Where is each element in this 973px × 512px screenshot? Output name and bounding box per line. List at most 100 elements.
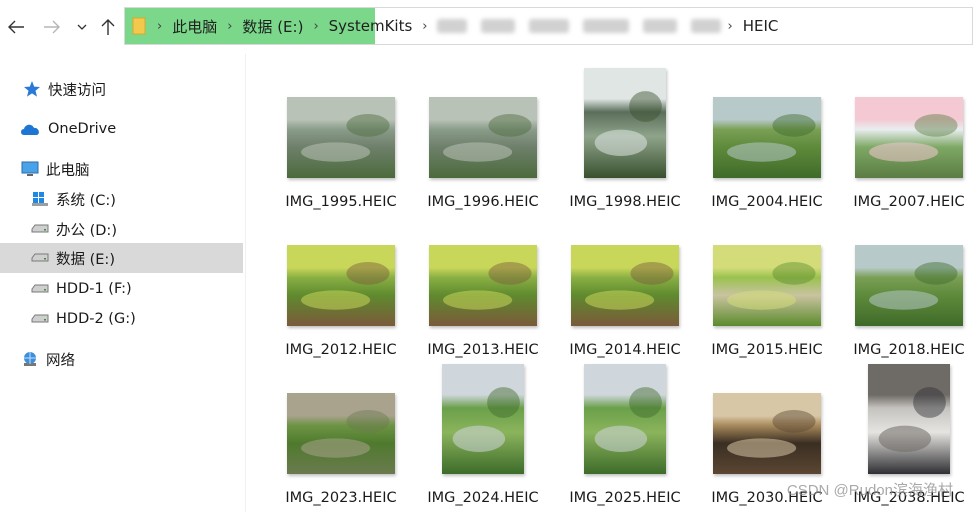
thumbnail-frame [838, 358, 973, 476]
image-thumbnail[interactable] [713, 97, 821, 178]
chevron-down-icon [77, 24, 87, 30]
thumbnail-art [727, 410, 816, 458]
thumbnail-art [727, 114, 816, 162]
image-thumbnail[interactable] [855, 97, 963, 178]
image-thumbnail[interactable] [429, 245, 537, 326]
drive-icon [30, 219, 50, 239]
crumb-drive-e[interactable]: 数据 (E:) [238, 16, 307, 37]
arrow-right-icon [44, 20, 60, 34]
image-thumbnail[interactable] [287, 393, 395, 474]
file-item[interactable]: IMG_1996.HEIC [412, 62, 554, 212]
thumbnail-art [878, 387, 946, 452]
forward-button[interactable] [40, 14, 64, 40]
thumbnail-frame [696, 210, 838, 328]
file-item[interactable]: IMG_2015.HEIC [696, 210, 838, 360]
image-thumbnail[interactable] [713, 245, 821, 326]
file-name: IMG_2015.HEIC [711, 342, 823, 358]
network-icon [20, 349, 40, 369]
file-name: IMG_2004.HEIC [711, 194, 823, 210]
thumbnail-art [443, 114, 532, 162]
image-thumbnail[interactable] [855, 245, 963, 326]
up-button[interactable] [96, 14, 120, 40]
image-thumbnail[interactable] [287, 97, 395, 178]
file-name: IMG_2014.HEIC [569, 342, 681, 358]
crumb-systemkits[interactable]: SystemKits [325, 17, 417, 35]
file-name: IMG_2013.HEIC [427, 342, 539, 358]
folder-icon [129, 8, 151, 44]
image-thumbnail[interactable] [713, 393, 821, 474]
recent-locations-button[interactable] [70, 14, 94, 40]
sidebar-item-onedrive[interactable]: OneDrive [0, 114, 243, 144]
file-item[interactable]: IMG_2012.HEIC [270, 210, 412, 360]
file-item[interactable]: IMG_2024.HEIC [412, 358, 554, 508]
file-item[interactable]: IMG_1998.HEIC [554, 62, 696, 212]
image-thumbnail[interactable] [868, 364, 950, 474]
thumbnail-frame [412, 210, 554, 328]
sidebar-item-this-pc[interactable]: 此电脑 [0, 154, 243, 184]
sidebar-item-label: OneDrive [48, 121, 117, 137]
file-name: IMG_2024.HEIC [427, 490, 539, 506]
sidebar-item-drive-f[interactable]: HDD-1 (F:) [0, 274, 243, 304]
file-item[interactable]: IMG_2014.HEIC [554, 210, 696, 360]
thumbnail-frame [270, 62, 412, 180]
watermark: CSDN @Rudon滨海渔村 [786, 482, 953, 499]
image-thumbnail[interactable] [584, 68, 666, 178]
crumb-this-pc[interactable]: 此电脑 [168, 16, 221, 37]
crumb-separator: › [727, 18, 733, 34]
navigation-bar: › 此电脑 › 数据 (E:) › SystemKits › › HEIC [0, 0, 973, 54]
thumbnail-art [594, 387, 662, 452]
sidebar-item-label: HDD-1 (F:) [56, 281, 132, 297]
file-name: IMG_2023.HEIC [285, 490, 397, 506]
drive-icon [30, 309, 50, 329]
sidebar-item-label: 系统 (C:) [56, 192, 116, 209]
computer-icon [20, 159, 40, 179]
file-item[interactable]: IMG_1995.HEIC [270, 62, 412, 212]
file-name: IMG_2018.HEIC [853, 342, 965, 358]
thumbnail-art [452, 387, 520, 452]
navigation-pane: 快速访问 OneDrive 此电脑 系统 (C:) 办公 (D:) 数据 (E:… [0, 54, 246, 512]
thumbnail-art [301, 410, 390, 458]
image-thumbnail[interactable] [571, 245, 679, 326]
sidebar-item-label: 网络 [46, 352, 75, 369]
thumbnail-art [869, 262, 958, 310]
sidebar-item-drive-g[interactable]: HDD-2 (G:) [0, 304, 243, 334]
image-thumbnail[interactable] [429, 97, 537, 178]
file-item[interactable]: IMG_2004.HEIC [696, 62, 838, 212]
file-item[interactable]: IMG_2023.HEIC [270, 358, 412, 508]
file-item[interactable]: IMG_2018.HEIC [838, 210, 973, 360]
thumbnail-frame [554, 358, 696, 476]
thumbnail-art [594, 91, 662, 156]
file-item[interactable]: IMG_2007.HEIC [838, 62, 973, 212]
crumb-separator: › [422, 18, 428, 34]
sidebar-item-quick-access[interactable]: 快速访问 [0, 74, 243, 104]
sidebar-item-label: 此电脑 [46, 162, 90, 179]
file-item[interactable]: IMG_2013.HEIC [412, 210, 554, 360]
crumb-separator: › [227, 18, 233, 34]
thumbnail-frame [554, 62, 696, 180]
thumbnail-frame [838, 62, 973, 180]
arrow-up-icon [101, 19, 115, 35]
drive-icon [30, 248, 50, 268]
thumbnail-frame [270, 358, 412, 476]
star-icon [22, 79, 42, 99]
sidebar-item-drive-d[interactable]: 办公 (D:) [0, 214, 243, 244]
sidebar-item-drive-e[interactable]: 数据 (E:) [0, 243, 243, 273]
file-name: IMG_2025.HEIC [569, 490, 681, 506]
crumb-heic[interactable]: HEIC [739, 17, 783, 35]
image-thumbnail[interactable] [584, 364, 666, 474]
arrow-left-icon [8, 20, 24, 34]
file-item[interactable]: IMG_2025.HEIC [554, 358, 696, 508]
thumbnail-frame [270, 210, 412, 328]
thumbnail-frame [412, 358, 554, 476]
sidebar-item-drive-c[interactable]: 系统 (C:) [0, 184, 243, 214]
thumbnail-frame [696, 358, 838, 476]
image-thumbnail[interactable] [442, 364, 524, 474]
thumbnail-art [585, 262, 674, 310]
sidebar-item-network[interactable]: 网络 [0, 344, 243, 374]
thumbnail-frame [838, 210, 973, 328]
back-button[interactable] [4, 14, 28, 40]
crumb-separator: › [313, 18, 319, 34]
image-thumbnail[interactable] [287, 245, 395, 326]
address-bar[interactable]: › 此电脑 › 数据 (E:) › SystemKits › › HEIC [124, 7, 973, 45]
thumbnail-art [443, 262, 532, 310]
